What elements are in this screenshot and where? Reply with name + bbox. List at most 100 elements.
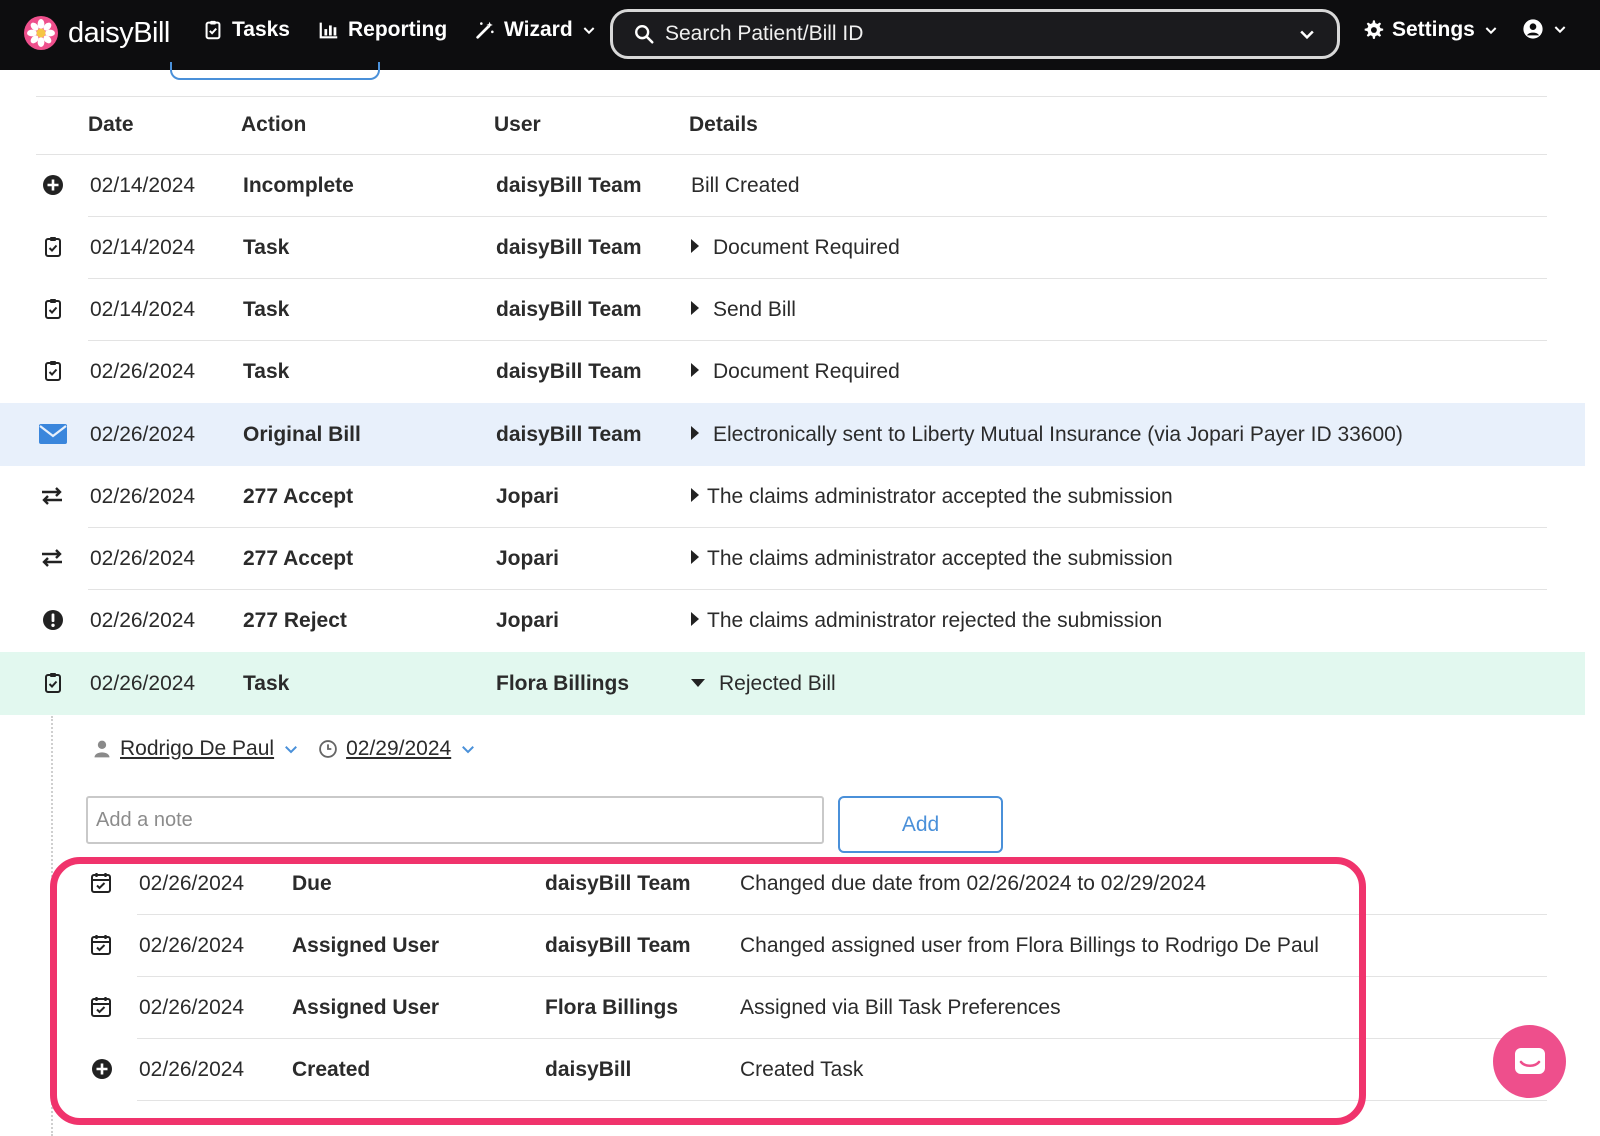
brand-name: daisyBill [68,16,170,49]
gear-icon [1364,20,1384,39]
user-icon [94,740,110,758]
user-menu[interactable] [1522,18,1568,40]
bar-chart-icon [319,22,338,39]
magic-wand-icon [476,21,494,39]
chevron-down-icon [1485,27,1497,35]
plus-circle-icon [43,175,63,195]
row-date: 02/26/2024 [90,547,196,570]
row-action: 277 Accept [243,547,354,570]
add-note-button[interactable]: Add [838,796,1003,853]
row-user: Jopari [496,485,560,508]
col-date: Date [88,113,134,136]
row-action: Task [243,298,290,321]
clipboard-check-icon [205,20,221,40]
row-details-toggle[interactable]: The claims administrator rejected the su… [691,590,1162,651]
bill-history-panel: Date Action User Details 02/14/2024 Inco… [0,70,1600,1136]
table-header: Date Action User Details [0,96,1585,153]
chat-icon [1514,1047,1545,1074]
row-details-toggle[interactable]: Document Required [691,341,900,402]
row-details: Bill Created [691,174,800,197]
chevron-down-icon[interactable] [282,740,300,758]
row-user: daisyBill Team [496,298,642,321]
col-details: Details [689,113,758,136]
row-action: 277 Accept [243,485,354,508]
nav-wizard-label: Wizard [504,18,573,41]
row-details: The claims administrator accepted the su… [707,485,1173,508]
table-row[interactable]: 02/14/2024 Task daisyBill Team Document … [0,217,1585,278]
top-navigation-bar: daisyBill Tasks Reporting Wizard Setting… [0,0,1600,70]
annotation-highlight-box [50,857,1366,1125]
caret-down-icon [691,679,705,688]
row-user: daisyBill Team [496,174,642,197]
col-user: User [494,113,541,136]
chevron-down-icon [583,27,595,35]
nav-reporting[interactable]: Reporting [318,18,447,42]
table-row[interactable]: 02/26/2024 277 Reject Jopari The claims … [0,590,1585,651]
exclamation-circle-icon [43,610,63,630]
clipboard-check-icon [45,299,61,319]
nav-wizard[interactable]: Wizard [474,18,597,42]
search-input[interactable] [665,22,1297,46]
table-row[interactable]: 02/14/2024 Incomplete daisyBill Team Bil… [0,155,1585,216]
patient-bill-search[interactable] [610,9,1340,59]
nav-tasks[interactable]: Tasks [202,18,290,42]
table-row[interactable]: 02/26/2024 277 Accept Jopari The claims … [0,466,1585,527]
brand[interactable]: daisyBill [24,16,170,50]
row-details-toggle[interactable]: Send Bill [691,279,796,340]
row-action: Task [243,360,290,383]
row-date: 02/14/2024 [90,174,196,197]
note-input[interactable] [86,796,824,844]
due-date-link[interactable]: 02/29/2024 [346,737,451,761]
row-action: Task [243,672,290,695]
nav-settings[interactable]: Settings [1362,18,1499,42]
user-circle-icon [1523,19,1543,39]
chevron-down-icon [1554,26,1566,34]
row-details-toggle[interactable]: The claims administrator accepted the su… [691,466,1173,527]
chevron-down-icon[interactable] [1297,24,1317,44]
col-action: Action [241,113,307,136]
caret-right-icon [691,426,699,441]
caret-right-icon [691,363,699,378]
caret-right-icon [691,550,699,565]
row-user: Flora Billings [496,672,630,695]
daisy-logo-icon [24,16,58,50]
table-row[interactable]: 02/26/2024 277 Accept Jopari The claims … [0,528,1585,589]
row-date: 02/26/2024 [90,360,196,383]
caret-right-icon [691,612,699,627]
row-date: 02/26/2024 [90,672,196,695]
table-row[interactable]: 02/26/2024 Task daisyBill Team Document … [0,341,1585,402]
row-details-toggle[interactable]: Rejected Bill [691,652,836,715]
transfer-arrows-icon [42,549,62,567]
row-details-toggle[interactable]: Document Required [691,217,900,278]
row-date: 02/26/2024 [90,485,196,508]
row-details: The claims administrator accepted the su… [707,547,1173,570]
row-details-toggle[interactable]: Electronically sent to Liberty Mutual In… [691,403,1403,466]
table-row-task-expanded[interactable]: 02/26/2024 Task Flora Billings Rejected … [0,652,1585,715]
nav-tasks-label: Tasks [232,18,290,41]
table-row[interactable]: 02/14/2024 Task daisyBill Team Send Bill [0,279,1585,340]
row-user: Jopari [496,547,560,570]
task-assignment-bar: Rodrigo De Paul 02/29/2024 [92,737,477,761]
chevron-down-icon[interactable] [459,740,477,758]
nav-reporting-label: Reporting [348,18,448,41]
row-action: Task [243,236,290,259]
nav-settings-label: Settings [1392,18,1475,41]
row-user: Jopari [496,609,560,632]
caret-right-icon [691,301,699,316]
table-row-original-bill[interactable]: 02/26/2024 Original Bill daisyBill Team … [0,403,1585,466]
search-icon [635,25,654,44]
row-details: Document Required [713,360,900,383]
row-action: 277 Reject [243,609,347,632]
row-date: 02/26/2024 [90,423,196,446]
row-action: Incomplete [243,174,354,197]
clipboard-check-icon [45,237,61,257]
row-details-toggle[interactable]: The claims administrator accepted the su… [691,528,1173,589]
assignee-link[interactable]: Rodrigo De Paul [120,737,274,761]
row-details: The claims administrator rejected the su… [707,609,1163,632]
row-user: daisyBill Team [496,236,642,259]
row-details: Document Required [713,236,900,259]
chat-launcher[interactable] [1493,1025,1566,1098]
row-action: Original Bill [243,423,361,446]
row-details: Electronically sent to Liberty Mutual In… [713,423,1403,446]
row-user: daisyBill Team [496,423,642,446]
